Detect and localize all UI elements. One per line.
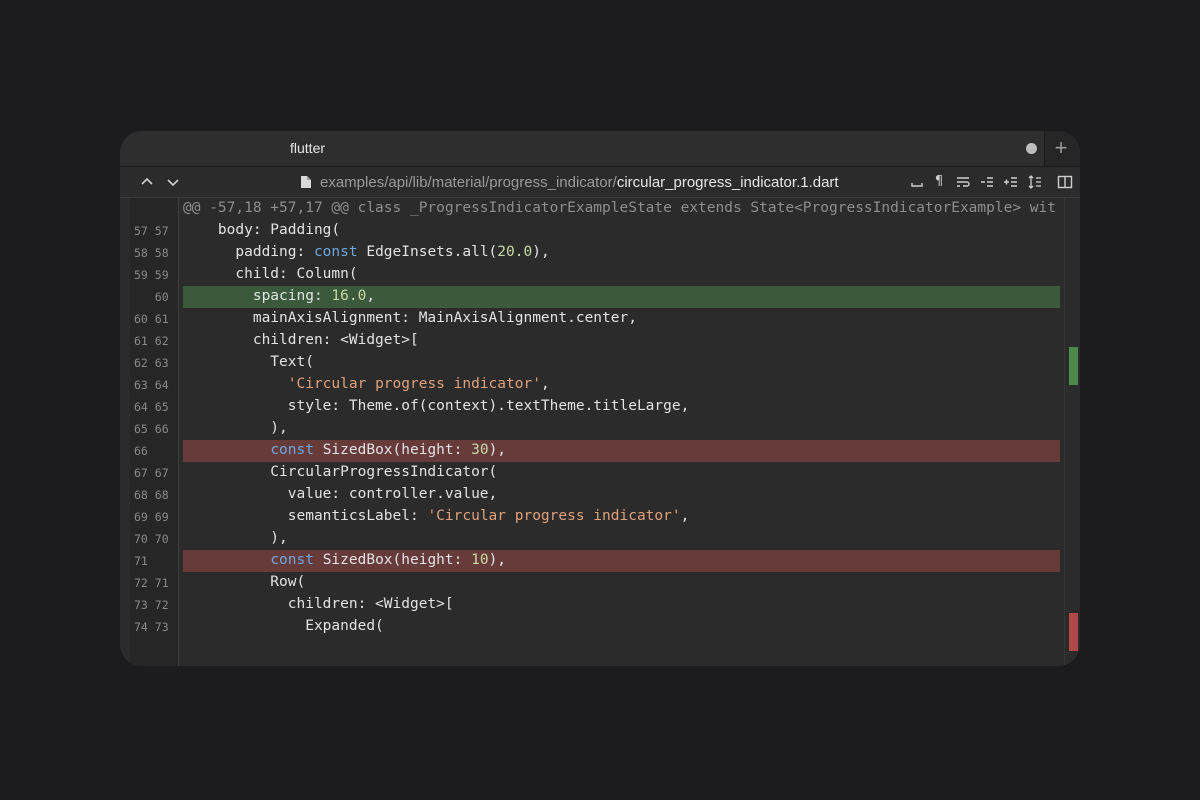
removed-change-marker[interactable] <box>1069 613 1078 651</box>
diff-line[interactable]: 67 67 CircularProgressIndicator( <box>120 462 1060 484</box>
line-numbers: 60 <box>134 290 169 304</box>
diff-line[interactable]: 70 70 ), <box>120 528 1060 550</box>
line-numbers: 62 63 <box>134 356 169 370</box>
pilcrow-icon[interactable]: ¶ <box>930 173 948 191</box>
removed-line[interactable]: 66 const SizedBox(height: 30), <box>120 440 1060 462</box>
diff-line[interactable]: 63 64 'Circular progress indicator', <box>120 374 1060 396</box>
expand-icon[interactable] <box>1002 173 1020 191</box>
breadcrumb-file: circular_progress_indicator.1.dart <box>616 174 839 191</box>
diff-line[interactable]: 58 58 padding: const EdgeInsets.all(20.0… <box>120 242 1060 264</box>
tab-title: flutter <box>290 140 326 156</box>
code-text: style: Theme.of(context).textTheme.title… <box>183 398 690 414</box>
diff-line[interactable]: 73 72 children: <Widget>[ <box>120 594 1060 616</box>
line-numbers: 69 69 <box>134 510 169 524</box>
line-numbers: 73 72 <box>134 598 169 612</box>
keyword: const <box>270 552 314 568</box>
chevron-up-icon[interactable] <box>138 173 156 191</box>
tab-flutter[interactable]: flutter <box>120 131 1044 166</box>
diff-line[interactable]: 68 68 value: controller.value, <box>120 484 1060 506</box>
code-text: ), <box>183 530 288 546</box>
chevron-down-icon[interactable] <box>164 173 182 191</box>
added-change-marker[interactable] <box>1069 347 1078 385</box>
diff-line[interactable]: 57 57 body: Padding( <box>120 220 1060 242</box>
keyword: const <box>270 442 314 458</box>
line-numbers: 59 59 <box>134 268 169 282</box>
line-numbers: 64 65 <box>134 400 169 414</box>
diff-toolbar: examples/api/lib/material/progress_indic… <box>120 167 1080 198</box>
code-text: CircularProgressIndicator( <box>183 464 498 480</box>
keyword: const <box>313 244 358 260</box>
line-numbers: 74 73 <box>134 620 169 634</box>
number-literal: 10 <box>471 552 489 568</box>
line-numbers: 71 <box>134 554 169 568</box>
added-line[interactable]: 60 spacing: 16.0, <box>120 286 1060 308</box>
file-icon <box>298 174 314 190</box>
code-text: const SizedBox(height: 30), <box>270 442 507 458</box>
code-text: Text( <box>183 354 314 370</box>
line-numbers: 66 <box>134 444 169 458</box>
diff-line[interactable]: 74 73 Expanded( <box>120 616 1060 638</box>
overview-scrollbar[interactable] <box>1064 198 1080 666</box>
line-numbers: 61 62 <box>134 334 169 348</box>
tab-bar: flutter + <box>120 131 1080 167</box>
new-tab-button[interactable]: + <box>1046 134 1076 162</box>
diff-line[interactable]: 64 65 style: Theme.of(context).textTheme… <box>120 396 1060 418</box>
line-numbers: 67 67 <box>134 466 169 480</box>
number-literal: 16.0 <box>331 288 367 304</box>
whitespace-icon[interactable] <box>908 173 926 191</box>
file-breadcrumb[interactable]: examples/api/lib/material/progress_indic… <box>320 174 839 191</box>
tab-divider <box>1044 131 1045 166</box>
wrap-icon[interactable] <box>954 173 972 191</box>
code-text: 'Circular progress indicator', <box>287 376 550 392</box>
code-text: body: Padding( <box>183 222 341 238</box>
diff-editor[interactable]: @@ -57,18 +57,17 @@ class _ProgressIndic… <box>120 198 1080 666</box>
diff-line[interactable]: 61 62 children: <Widget>[ <box>120 330 1060 352</box>
collapse-icon[interactable] <box>978 173 996 191</box>
breadcrumb-dir: examples/api/lib/material/progress_indic… <box>320 174 617 191</box>
code-text: value: controller.value, <box>183 486 498 502</box>
diff-line[interactable]: 65 66 ), <box>120 418 1060 440</box>
line-numbers: 63 64 <box>134 378 169 392</box>
diff-line[interactable]: 60 61 mainAxisAlignment: MainAxisAlignme… <box>120 308 1060 330</box>
line-numbers: 57 57 <box>134 224 169 238</box>
diff-window: flutter + examples/api/lib/material/prog… <box>120 131 1080 666</box>
line-numbers: 60 61 <box>134 312 169 326</box>
code-text: padding: const EdgeInsets.all(20.0), <box>183 244 550 260</box>
code-text: ), <box>183 420 288 436</box>
line-numbers: 72 71 <box>134 576 169 590</box>
number-literal: 20.0 <box>497 244 533 260</box>
code-text: child: Column( <box>183 266 358 282</box>
line-numbers: 68 68 <box>134 488 169 502</box>
removed-line[interactable]: 71 const SizedBox(height: 10), <box>120 550 1060 572</box>
fold-icon[interactable] <box>1026 173 1044 191</box>
code-text: children: <Widget>[ <box>183 332 419 348</box>
line-numbers: 65 66 <box>134 422 169 436</box>
diff-line[interactable]: 69 69 semanticsLabel: 'Circular progress… <box>120 506 1060 528</box>
string-literal: 'Circular progress indicator' <box>287 376 541 392</box>
code-text: spacing: 16.0, <box>183 288 376 304</box>
string-literal: 'Circular progress indicator' <box>427 508 681 524</box>
line-numbers: 58 58 <box>134 246 169 260</box>
code-text: children: <Widget>[ <box>183 596 454 612</box>
code-text: Row( <box>183 574 306 590</box>
code-text: Expanded( <box>183 618 384 634</box>
code-text: mainAxisAlignment: MainAxisAlignment.cen… <box>183 310 637 326</box>
split-view-icon[interactable] <box>1056 173 1074 191</box>
diff-line[interactable]: 59 59 child: Column( <box>120 264 1060 286</box>
line-numbers: 70 70 <box>134 532 169 546</box>
diff-line[interactable]: 72 71 Row( <box>120 572 1060 594</box>
hunk-header-text: @@ -57,18 +57,17 @@ class _ProgressIndic… <box>183 200 1056 216</box>
hunk-header: @@ -57,18 +57,17 @@ class _ProgressIndic… <box>120 198 1060 220</box>
code-text: semanticsLabel: 'Circular progress indic… <box>183 508 690 524</box>
number-literal: 30 <box>471 442 489 458</box>
code-text: const SizedBox(height: 10), <box>270 552 507 568</box>
diff-line[interactable]: 62 63 Text( <box>120 352 1060 374</box>
unsaved-dot-icon[interactable] <box>1026 143 1037 154</box>
